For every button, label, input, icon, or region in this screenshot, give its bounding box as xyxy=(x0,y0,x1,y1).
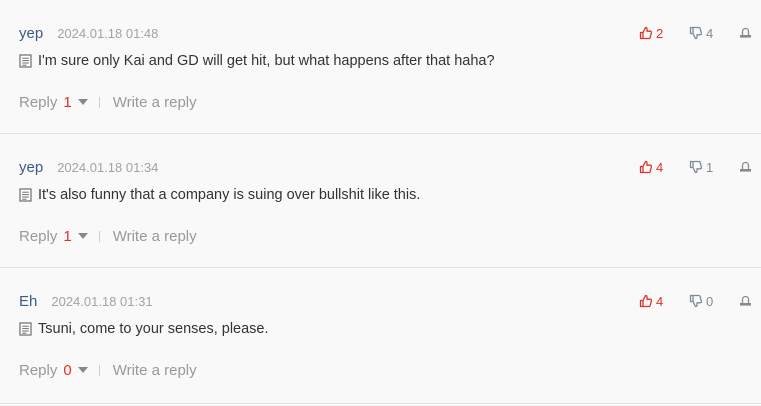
thumbs-down-icon xyxy=(689,294,703,308)
comment-list: yep 2024.01.18 01:48 2 4 I'm sure only K… xyxy=(0,0,761,406)
comment-meta: yep 2024.01.18 01:34 xyxy=(19,157,158,177)
thumbs-down-icon xyxy=(689,160,703,174)
report-icon xyxy=(740,161,751,172)
upvote-button[interactable]: 4 xyxy=(639,160,689,175)
write-reply-link[interactable]: Write a reply xyxy=(113,94,197,111)
upvote-button[interactable]: 2 xyxy=(639,26,689,41)
comment-author[interactable]: yep xyxy=(19,25,43,42)
reply-label: Reply xyxy=(19,93,58,111)
write-reply-link[interactable]: Write a reply xyxy=(113,362,197,379)
caret-down-icon xyxy=(77,99,88,105)
thumbs-down-icon xyxy=(689,26,703,40)
reply-count: 1 xyxy=(63,93,72,111)
comment-item: yep 2024.01.18 01:34 4 1 It's also funny… xyxy=(0,134,761,268)
comment-actions: Reply 0 Write a reply xyxy=(19,360,197,380)
report-icon xyxy=(740,27,751,38)
reply-toggle-button[interactable]: Reply 1 xyxy=(19,94,88,111)
document-icon xyxy=(19,188,32,202)
comment-body: I'm sure only Kai and GD will get hit, b… xyxy=(19,53,495,69)
comment-author[interactable]: Eh xyxy=(19,293,37,310)
vote-bar: 2 4 xyxy=(639,23,761,43)
comment-actions: Reply 1 Write a reply xyxy=(19,92,197,112)
caret-down-icon xyxy=(77,233,88,239)
comment-item: Eh 2024.01.18 01:31 4 0 Tsuni, come to y… xyxy=(0,268,761,404)
report-button[interactable] xyxy=(739,161,761,173)
comment-text: I'm sure only Kai and GD will get hit, b… xyxy=(38,53,495,69)
comment-text: It's also funny that a company is suing … xyxy=(38,187,421,203)
reply-count: 0 xyxy=(63,361,72,379)
comment-date: 2024.01.18 01:34 xyxy=(57,159,159,175)
downvote-button[interactable]: 0 xyxy=(689,294,739,309)
caret-down-icon xyxy=(77,367,88,373)
reply-label: Reply xyxy=(19,227,58,245)
reply-count: 1 xyxy=(63,227,72,245)
downvote-count: 0 xyxy=(706,293,714,309)
thumbs-up-icon xyxy=(639,160,653,174)
downvote-button[interactable]: 4 xyxy=(689,26,739,41)
downvote-count: 4 xyxy=(706,25,714,41)
reply-toggle-button[interactable]: Reply 0 xyxy=(19,362,88,379)
downvote-button[interactable]: 1 xyxy=(689,160,739,175)
upvote-count: 4 xyxy=(656,159,664,175)
comment-body: Tsuni, come to your senses, please. xyxy=(19,321,269,337)
upvote-count: 4 xyxy=(656,293,664,309)
divider xyxy=(98,96,100,108)
report-button[interactable] xyxy=(739,27,761,39)
comment-body: It's also funny that a company is suing … xyxy=(19,187,420,203)
document-icon xyxy=(19,54,32,68)
thumbs-up-icon xyxy=(639,294,653,308)
comment-author[interactable]: yep xyxy=(19,159,43,176)
document-icon xyxy=(19,322,32,336)
comment-date: 2024.01.18 01:31 xyxy=(51,293,153,309)
divider xyxy=(98,230,100,242)
vote-bar: 4 0 xyxy=(639,291,761,311)
reply-toggle-button[interactable]: Reply 1 xyxy=(19,228,88,245)
comment-meta: yep 2024.01.18 01:48 xyxy=(19,23,158,43)
thumbs-up-icon xyxy=(639,26,653,40)
divider xyxy=(98,364,100,376)
reply-label: Reply xyxy=(19,361,58,379)
vote-bar: 4 1 xyxy=(639,157,761,177)
comment-item: yep 2024.01.18 01:48 2 4 I'm sure only K… xyxy=(0,0,761,134)
comment-date: 2024.01.18 01:48 xyxy=(57,25,159,41)
comment-meta: Eh 2024.01.18 01:31 xyxy=(19,291,153,311)
report-button[interactable] xyxy=(739,295,761,307)
downvote-count: 1 xyxy=(706,159,714,175)
comment-text: Tsuni, come to your senses, please. xyxy=(38,321,269,337)
write-reply-link[interactable]: Write a reply xyxy=(113,228,197,245)
comment-actions: Reply 1 Write a reply xyxy=(19,226,197,246)
upvote-count: 2 xyxy=(656,25,664,41)
upvote-button[interactable]: 4 xyxy=(639,294,689,309)
report-icon xyxy=(740,295,751,306)
